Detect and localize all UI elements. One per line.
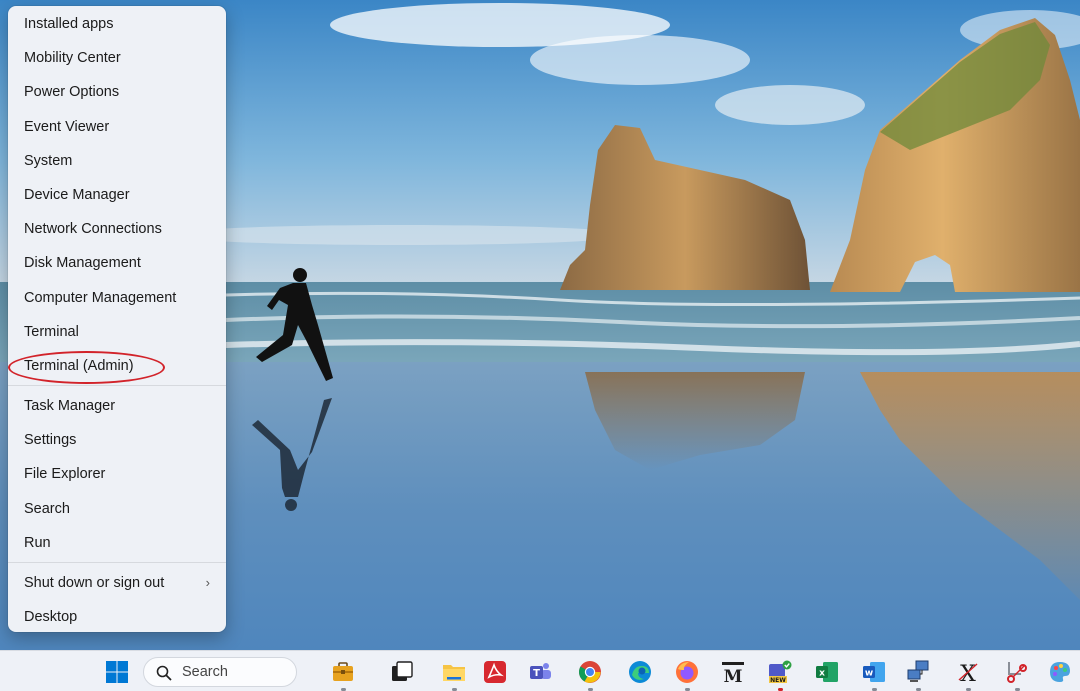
chevron-right-icon: › [205, 575, 210, 590]
menu-item-power-options[interactable]: Power Options [8, 75, 226, 109]
menu-item-terminal[interactable]: Terminal [8, 315, 226, 349]
task-view-icon [392, 661, 413, 681]
quick-link-menu: Installed apps Mobility Center Power Opt… [8, 6, 226, 632]
menu-divider [8, 385, 226, 387]
search-icon [156, 665, 172, 681]
m-app-letter: M [724, 667, 743, 684]
start-button[interactable] [105, 660, 129, 684]
menu-item-disk-management[interactable]: Disk Management [8, 246, 226, 280]
menu-item-search[interactable]: Search [8, 492, 226, 526]
menu-item-run[interactable]: Run [8, 526, 226, 560]
taskbar-snipping-tool[interactable] [1005, 660, 1029, 691]
taskbar-firefox[interactable] [675, 660, 699, 691]
word-icon: w [863, 662, 885, 682]
menu-item-device-manager[interactable]: Device Manager [8, 178, 226, 212]
new-badge-text: NEW [770, 677, 786, 684]
excel-icon: x [816, 662, 838, 682]
svg-text:T: T [533, 668, 540, 679]
network-computers-icon [907, 660, 929, 682]
search-label: Search [182, 664, 228, 680]
taskbar-app-briefcase[interactable] [331, 660, 355, 691]
teams-new-icon: NEW [769, 660, 792, 684]
chrome-icon [579, 661, 601, 683]
taskbar-file-explorer[interactable] [442, 660, 466, 691]
taskbar: Search T M NEW x w [0, 650, 1080, 691]
menu-item-installed-apps[interactable]: Installed apps [8, 7, 226, 41]
taskbar-word[interactable]: w [862, 660, 886, 691]
taskbar-x-app[interactable]: X [956, 660, 980, 691]
taskbar-task-view[interactable] [390, 660, 414, 684]
snipping-tool-icon [1007, 662, 1027, 683]
paint-icon [1050, 662, 1070, 682]
taskbar-m-app[interactable]: M [721, 660, 745, 684]
taskbar-excel[interactable]: x [815, 660, 839, 684]
m-app-icon: M [722, 662, 744, 684]
menu-item-settings[interactable]: Settings [8, 423, 226, 457]
menu-item-computer-management[interactable]: Computer Management [8, 281, 226, 315]
taskbar-search-box[interactable]: Search [143, 657, 297, 687]
taskbar-teams-new[interactable]: NEW [768, 660, 792, 691]
firefox-icon [676, 661, 698, 683]
menu-item-label: Shut down or sign out [24, 575, 165, 591]
taskbar-paint[interactable] [1048, 660, 1072, 684]
menu-item-network-connections[interactable]: Network Connections [8, 212, 226, 246]
taskbar-edge[interactable] [628, 660, 652, 684]
acrobat-reader-icon [484, 661, 506, 683]
menu-item-system[interactable]: System [8, 144, 226, 178]
menu-item-shut-down[interactable]: Shut down or sign out › [8, 566, 226, 600]
menu-item-file-explorer[interactable]: File Explorer [8, 457, 226, 491]
windows-logo-icon [106, 661, 128, 683]
taskbar-acrobat[interactable] [483, 660, 507, 684]
menu-divider [8, 562, 226, 563]
menu-item-desktop[interactable]: Desktop [8, 600, 226, 634]
briefcase-icon [333, 662, 353, 681]
menu-item-event-viewer[interactable]: Event Viewer [8, 110, 226, 144]
excel-letter: x [819, 669, 825, 679]
menu-item-mobility-center[interactable]: Mobility Center [8, 41, 226, 75]
file-explorer-icon [443, 665, 465, 681]
x-app-icon: X [958, 662, 978, 684]
taskbar-teams[interactable]: T [528, 660, 552, 684]
edge-icon [629, 661, 651, 683]
x-app-letter: X [960, 662, 976, 684]
teams-icon: T [530, 663, 551, 679]
taskbar-chrome[interactable] [578, 660, 602, 691]
menu-item-task-manager[interactable]: Task Manager [8, 389, 226, 423]
taskbar-network-tool[interactable] [906, 660, 930, 691]
word-letter: w [865, 669, 873, 679]
menu-item-terminal-admin[interactable]: Terminal (Admin) [8, 349, 226, 383]
